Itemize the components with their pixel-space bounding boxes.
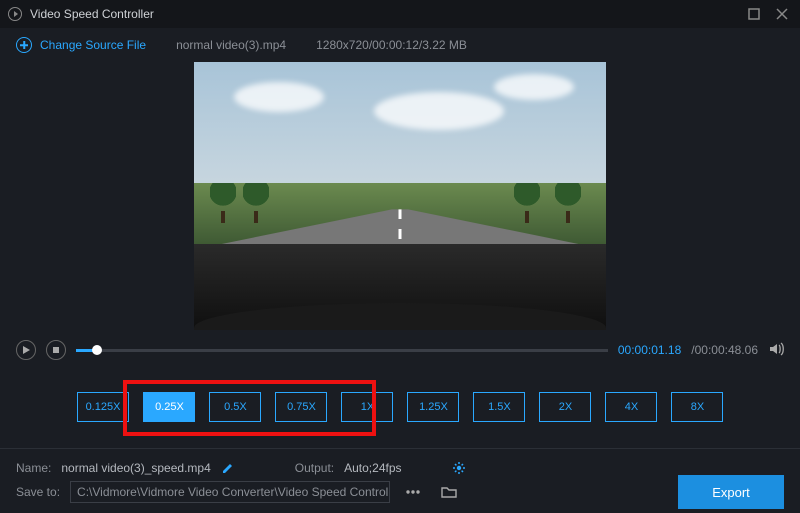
edit-name-button[interactable] xyxy=(221,461,235,475)
output-settings-button[interactable] xyxy=(452,461,466,475)
maximize-button[interactable] xyxy=(744,4,764,24)
source-filename: normal video(3).mp4 xyxy=(176,38,286,52)
close-button[interactable] xyxy=(772,4,792,24)
speed-option-0-125X[interactable]: 0.125X xyxy=(77,392,130,422)
export-label: Export xyxy=(712,485,750,500)
speed-option-1-5X[interactable]: 1.5X xyxy=(473,392,525,422)
current-time: 00:00:01.18 xyxy=(618,343,681,357)
source-toolbar: Change Source File normal video(3).mp4 1… xyxy=(0,28,800,62)
saveto-path[interactable]: C:\Vidmore\Vidmore Video Converter\Video… xyxy=(70,481,390,503)
speed-option-0-5X[interactable]: 0.5X xyxy=(209,392,261,422)
browse-path-button[interactable] xyxy=(400,481,426,503)
plus-circle-icon xyxy=(16,37,32,53)
output-value: Auto;24fps xyxy=(344,461,401,475)
play-button[interactable] xyxy=(16,340,36,360)
app-logo-icon xyxy=(8,7,22,21)
speed-options-row: 0.125X 0.25X 0.5X 0.75X 1X 1.25X 1.5X 2X 4X 8X xyxy=(14,366,786,440)
speed-option-0-75X[interactable]: 0.75X xyxy=(275,392,327,422)
name-label: Name: xyxy=(16,461,51,475)
speed-option-0-25X[interactable]: 0.25X xyxy=(143,392,195,422)
stop-button[interactable] xyxy=(46,340,66,360)
change-source-button[interactable]: Change Source File xyxy=(16,37,146,53)
output-label: Output: xyxy=(295,461,334,475)
open-folder-button[interactable] xyxy=(436,481,462,503)
saveto-label: Save to: xyxy=(16,485,60,499)
duration-time: /00:00:48.06 xyxy=(691,343,758,357)
source-meta: 1280x720/00:00:12/3.22 MB xyxy=(316,38,467,52)
speed-option-4X[interactable]: 4X xyxy=(605,392,657,422)
speed-option-1-25X[interactable]: 1.25X xyxy=(407,392,459,422)
speed-option-1X[interactable]: 1X xyxy=(341,392,393,422)
speed-option-2X[interactable]: 2X xyxy=(539,392,591,422)
bottom-panel: Name: normal video(3)_speed.mp4 Output: … xyxy=(0,455,800,513)
speed-option-8X[interactable]: 8X xyxy=(671,392,723,422)
video-preview-area xyxy=(0,62,800,330)
progress-bar[interactable] xyxy=(76,349,608,352)
name-value: normal video(3)_speed.mp4 xyxy=(61,461,210,475)
volume-icon[interactable] xyxy=(768,341,784,360)
separator xyxy=(0,448,800,449)
video-preview[interactable] xyxy=(194,62,606,330)
player-controls: 00:00:01.18/00:00:48.06 xyxy=(0,330,800,366)
change-source-label: Change Source File xyxy=(40,38,146,52)
titlebar: Video Speed Controller xyxy=(0,0,800,28)
window-title: Video Speed Controller xyxy=(30,7,154,21)
